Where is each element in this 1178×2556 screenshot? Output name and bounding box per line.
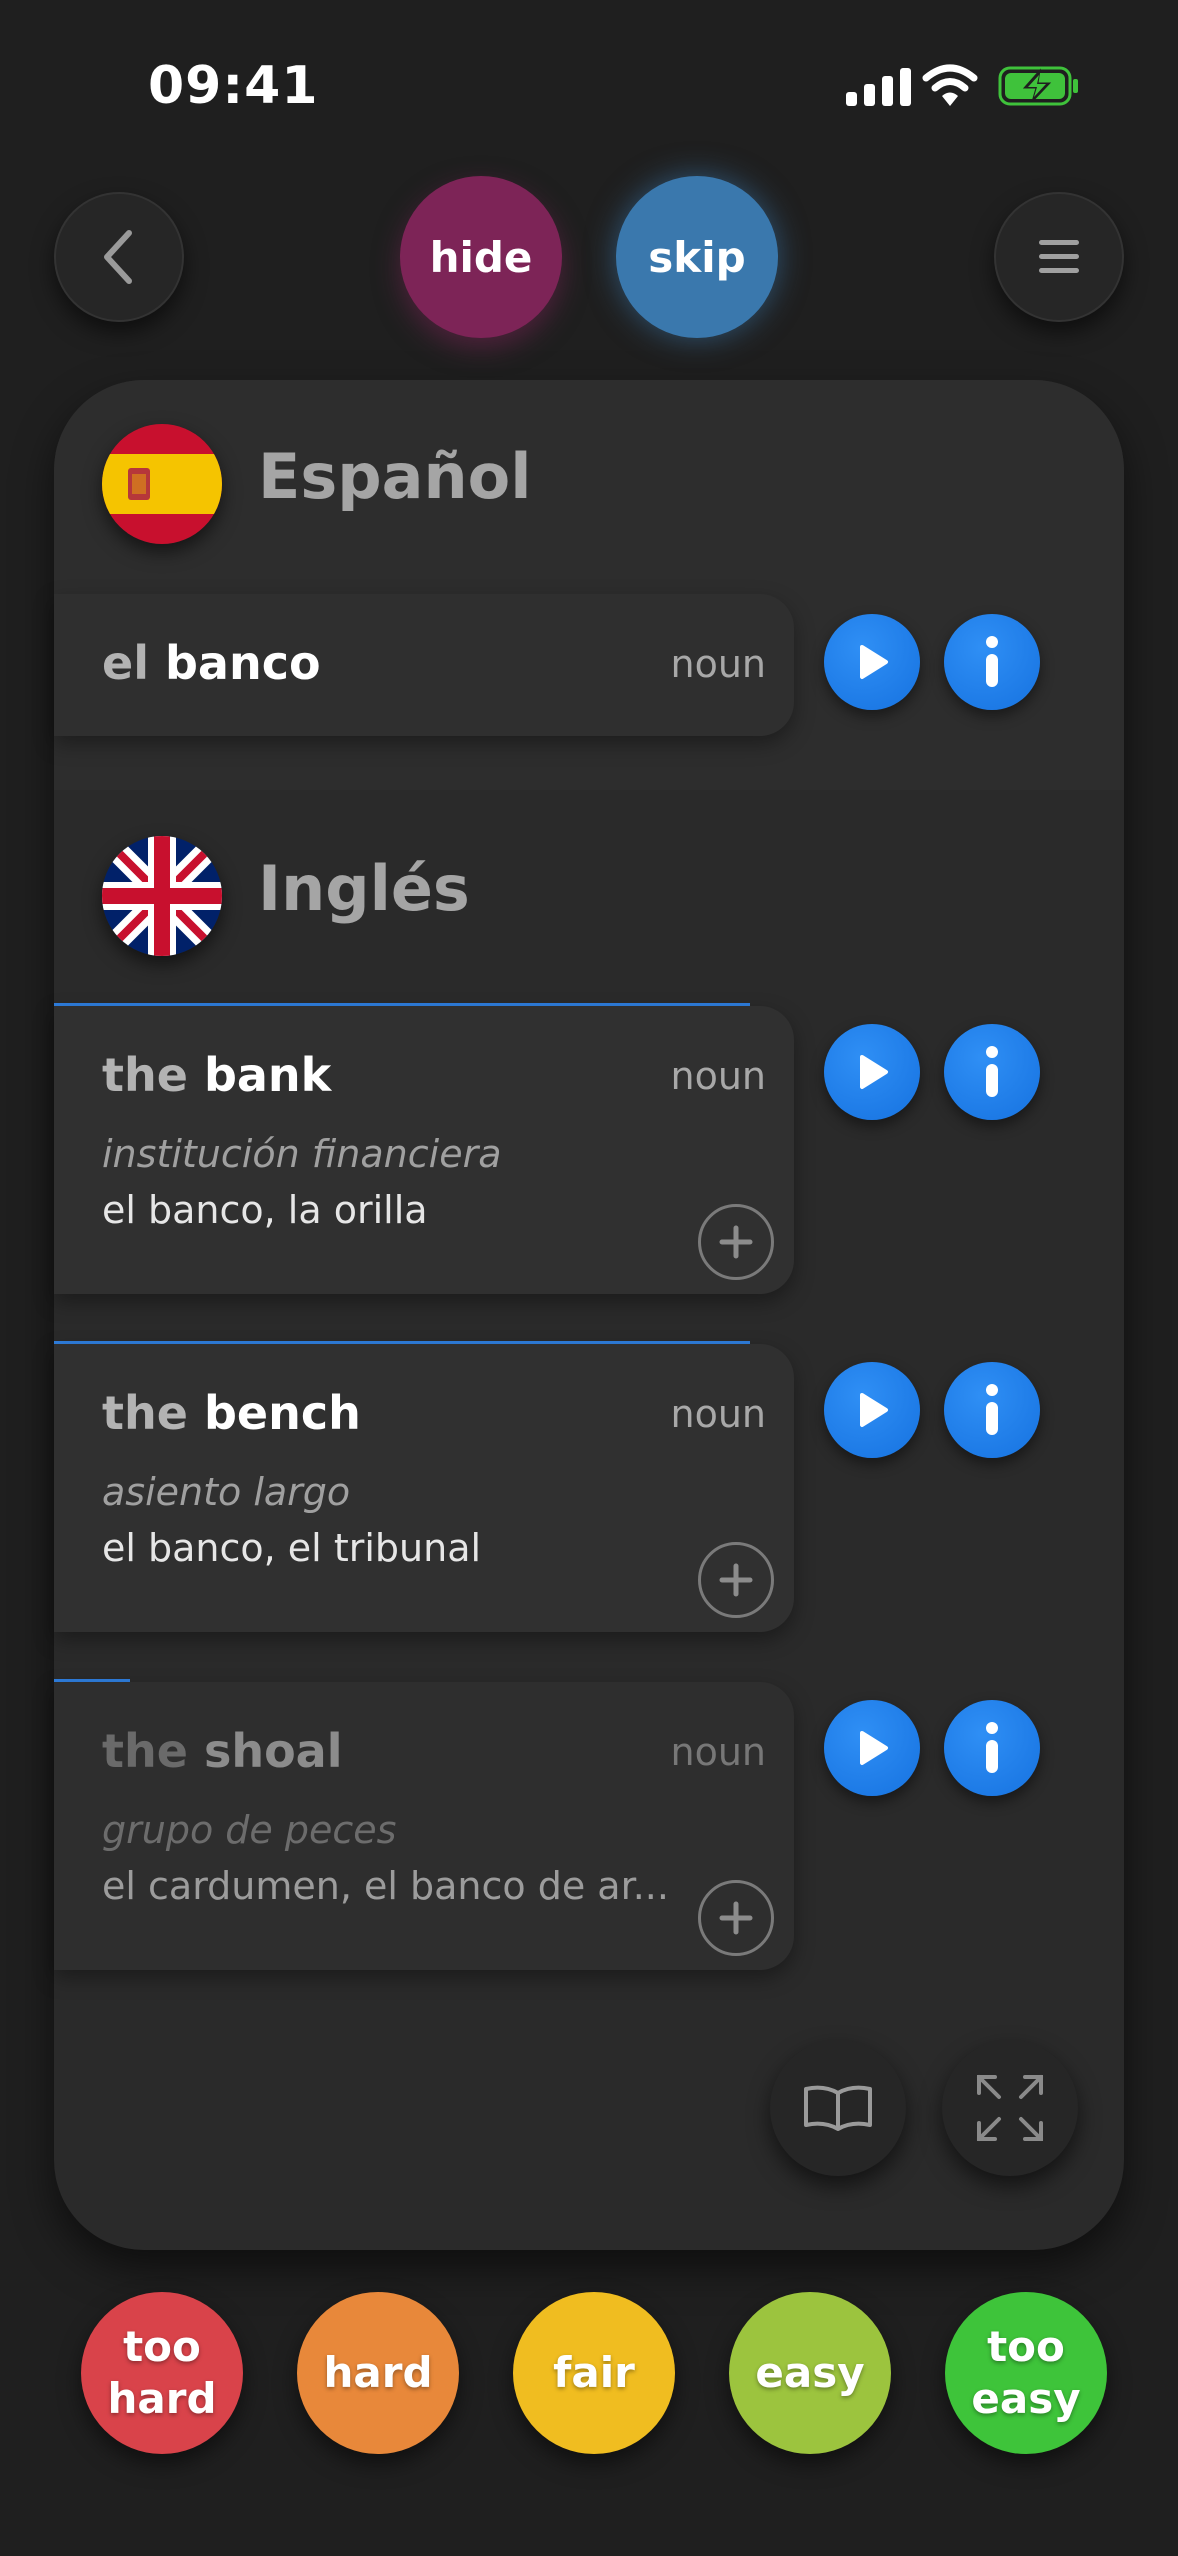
rate-fair-button[interactable]: fair: [513, 2292, 675, 2454]
source-article: el: [102, 636, 149, 690]
info-icon: [986, 1722, 998, 1773]
info-button[interactable]: [944, 1024, 1040, 1120]
info-button[interactable]: [944, 1362, 1040, 1458]
menu-button[interactable]: [994, 192, 1124, 322]
rate-too-easy-button[interactable]: too easy: [945, 2292, 1107, 2454]
plus-icon: [719, 1901, 753, 1935]
add-to-list-button[interactable]: [698, 1204, 774, 1280]
rate-too-hard-button[interactable]: too hard: [81, 2292, 243, 2454]
info-icon: [986, 1046, 998, 1097]
entry-definition: grupo de peces: [102, 1808, 397, 1852]
info-button[interactable]: [944, 614, 1040, 710]
entry-lemma: bench: [203, 1386, 361, 1440]
entry-article: the: [102, 1724, 188, 1778]
play-audio-button[interactable]: [824, 1700, 920, 1796]
spain-flag: [102, 424, 222, 544]
play-icon: [860, 1731, 888, 1765]
entry-pos: noun: [670, 1054, 766, 1098]
source-word-box: el banco noun: [54, 594, 794, 736]
expand-icon: [977, 2075, 1043, 2141]
info-button[interactable]: [944, 1700, 1040, 1796]
skip-button[interactable]: skip: [616, 176, 778, 338]
entry-definition: asiento largo: [102, 1470, 351, 1514]
translation-entry: the shoal noun grupo de peces el cardume…: [54, 1682, 794, 1970]
hide-button[interactable]: hide: [400, 176, 562, 338]
target-language-title: Inglés: [258, 852, 470, 925]
entry-definition: institución financiera: [102, 1132, 502, 1176]
add-to-list-button[interactable]: [698, 1880, 774, 1956]
expand-button[interactable]: [942, 2040, 1078, 2176]
hamburger-menu-icon: [1039, 240, 1079, 273]
wifi-icon: [922, 64, 978, 106]
play-icon: [860, 1055, 888, 1089]
dictionary-button[interactable]: [770, 2040, 906, 2176]
play-audio-button[interactable]: [824, 614, 920, 710]
chevron-left-icon: [104, 230, 132, 284]
rate-easy-button[interactable]: easy: [729, 2292, 891, 2454]
entry-lemma: shoal: [203, 1724, 343, 1778]
cellular-signal-icon: [846, 66, 911, 106]
rate-easy-label: easy: [755, 2347, 865, 2397]
info-icon: [986, 636, 998, 687]
battery-charging-icon: [998, 66, 1078, 106]
source-lemma: banco: [164, 636, 321, 690]
plus-icon: [719, 1563, 753, 1597]
play-audio-button[interactable]: [824, 1024, 920, 1120]
rate-hard-label: hard: [323, 2347, 433, 2397]
entry-lemma: bank: [203, 1048, 332, 1102]
translation-entry: the bank noun institución financiera el …: [54, 1006, 794, 1294]
rate-fair-label: fair: [553, 2347, 635, 2397]
entry-pos: noun: [670, 1392, 766, 1436]
translation-entry: the bench noun asiento largo el banco, e…: [54, 1344, 794, 1632]
play-icon: [860, 1393, 888, 1427]
rate-too-hard-label: too hard: [107, 2321, 217, 2424]
back-button[interactable]: [54, 192, 184, 322]
plus-icon: [719, 1225, 753, 1259]
entry-article: the: [102, 1386, 188, 1440]
hide-label: hide: [429, 232, 533, 282]
entry-translations: el banco, el tribunal: [102, 1526, 482, 1570]
info-icon: [986, 1384, 998, 1435]
open-book-icon: [804, 2085, 872, 2131]
entry-pos: noun: [670, 1730, 766, 1774]
play-audio-button[interactable]: [824, 1362, 920, 1458]
source-language-title: Español: [258, 440, 532, 513]
rate-hard-button[interactable]: hard: [297, 2292, 459, 2454]
rate-too-easy-label: too easy: [971, 2321, 1081, 2424]
uk-flag: [102, 836, 222, 956]
entry-word: the bank: [102, 1048, 331, 1102]
entry-word: the shoal: [102, 1724, 343, 1778]
source-pos: noun: [670, 642, 766, 686]
entry-article: the: [102, 1048, 188, 1102]
entry-translations: el cardumen, el banco de ar...: [102, 1864, 669, 1908]
add-to-list-button[interactable]: [698, 1542, 774, 1618]
play-icon: [860, 645, 888, 679]
skip-label: skip: [648, 232, 746, 282]
status-time: 09:41: [148, 56, 319, 116]
entry-word: the bench: [102, 1386, 361, 1440]
source-word: el banco: [102, 636, 321, 690]
entry-translations: el banco, la orilla: [102, 1188, 428, 1232]
